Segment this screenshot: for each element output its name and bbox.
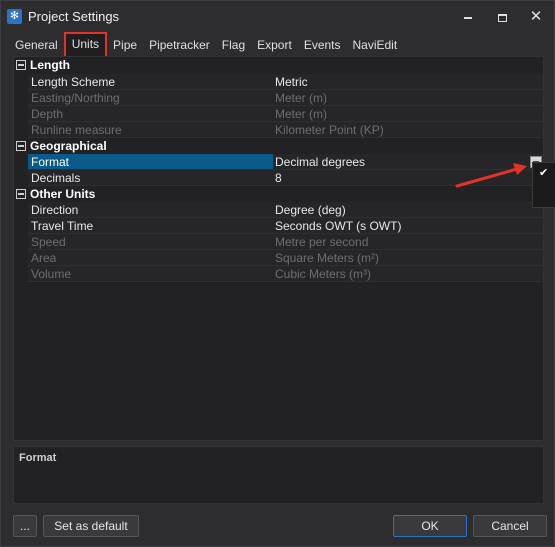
property-name: Travel Time xyxy=(28,218,273,234)
property-value: Square Meters (m²) xyxy=(273,250,543,266)
property-value[interactable]: Degree (deg) xyxy=(273,202,543,218)
close-button[interactable]: ✕ xyxy=(521,5,551,29)
property-value: Meter (m) xyxy=(273,106,543,122)
category-label: Length xyxy=(30,58,70,72)
property-row-area: Area Square Meters (m²) xyxy=(14,250,543,266)
property-row-runline-measure: Runline measure Kilometer Point (KP) xyxy=(14,122,543,138)
property-value[interactable]: Metric xyxy=(273,74,543,90)
collapse-icon[interactable] xyxy=(16,60,26,70)
property-name: Length Scheme xyxy=(28,74,273,90)
property-value: Metre per second xyxy=(273,234,543,250)
property-value: Meter (m) xyxy=(273,90,543,106)
description-title: Format xyxy=(19,452,57,464)
checkmark-icon[interactable]: ✔ xyxy=(539,166,548,179)
settings-gear-icon: ✻ xyxy=(7,9,22,24)
arrow-shaft xyxy=(455,167,519,188)
property-row-speed: Speed Metre per second xyxy=(14,234,543,250)
tab-flag[interactable]: Flag xyxy=(216,35,251,55)
more-button[interactable]: ... xyxy=(13,515,37,537)
category-length[interactable]: Length xyxy=(14,57,543,73)
maximize-icon xyxy=(497,13,507,22)
property-name: Decimals xyxy=(28,170,273,186)
description-panel: Format xyxy=(13,446,544,504)
tab-bar: General Units Pipe Pipetracker Flag Expo… xyxy=(9,32,404,58)
arrow-head xyxy=(513,163,527,175)
ok-button[interactable]: OK xyxy=(393,515,467,537)
category-label: Geographical xyxy=(30,139,107,153)
property-value: Cubic Meters (m³) xyxy=(273,266,543,282)
project-settings-window: ✻ Project Settings ✕ General Units Pipe … xyxy=(0,0,555,547)
property-name: Format xyxy=(28,154,273,170)
window-title: Project Settings xyxy=(28,9,120,24)
property-name: Runline measure xyxy=(28,122,273,138)
close-icon: ✕ xyxy=(529,8,543,25)
property-row-direction[interactable]: Direction Degree (deg) xyxy=(14,202,543,218)
property-name: Area xyxy=(28,250,273,266)
minimize-icon xyxy=(464,16,472,19)
collapse-icon[interactable] xyxy=(16,189,26,199)
cancel-button[interactable]: Cancel xyxy=(473,515,547,537)
category-geographical[interactable]: Geographical xyxy=(14,138,543,154)
annotation-arrow xyxy=(455,163,527,188)
dropdown-popup[interactable]: ✔ xyxy=(532,162,555,208)
property-value: Kilometer Point (KP) xyxy=(273,122,543,138)
property-name: Direction xyxy=(28,202,273,218)
tab-events[interactable]: Events xyxy=(298,35,347,55)
property-row-length-scheme[interactable]: Length Scheme Metric xyxy=(14,74,543,90)
property-row-easting-northing: Easting/Northing Meter (m) xyxy=(14,90,543,106)
property-grid: Length Length Scheme Metric Easting/Nort… xyxy=(13,56,544,441)
category-label: Other Units xyxy=(30,187,96,201)
property-row-depth: Depth Meter (m) xyxy=(14,106,543,122)
tab-pipetracker[interactable]: Pipetracker xyxy=(143,35,216,55)
set-as-default-button[interactable]: Set as default xyxy=(43,515,139,537)
property-row-travel-time[interactable]: Travel Time Seconds OWT (s OWT) xyxy=(14,218,543,234)
minimize-button[interactable] xyxy=(453,5,483,29)
property-name: Easting/Northing xyxy=(28,90,273,106)
property-name: Speed xyxy=(28,234,273,250)
property-row-volume: Volume Cubic Meters (m³) xyxy=(14,266,543,282)
title-bar: ✻ Project Settings ✕ xyxy=(1,1,554,33)
tab-general[interactable]: General xyxy=(9,35,64,55)
maximize-button[interactable] xyxy=(487,5,517,29)
tab-units[interactable]: Units xyxy=(63,32,108,58)
property-name: Volume xyxy=(28,266,273,282)
tab-naviedit[interactable]: NaviEdit xyxy=(347,35,404,55)
collapse-icon[interactable] xyxy=(16,141,26,151)
tab-export[interactable]: Export xyxy=(251,35,298,55)
property-name: Depth xyxy=(28,106,273,122)
tab-pipe[interactable]: Pipe xyxy=(107,35,143,55)
property-value[interactable]: Seconds OWT (s OWT) xyxy=(273,218,543,234)
